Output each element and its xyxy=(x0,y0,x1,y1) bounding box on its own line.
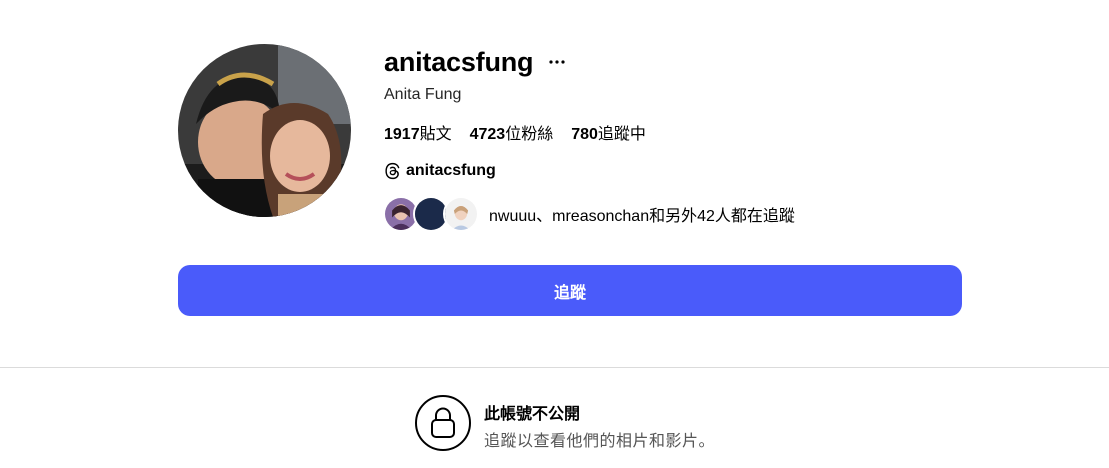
private-account-title: 此帳號不公開 xyxy=(484,406,581,423)
profile-page: anitacsfung Anita Fung 1917貼文 4723位粉絲 78… xyxy=(0,0,1109,468)
more-options-button[interactable] xyxy=(547,52,567,72)
lock-icon xyxy=(431,407,455,438)
followers-value: 4723 xyxy=(469,126,506,143)
follower-avatar-3 xyxy=(443,196,479,232)
follower-avatar-image xyxy=(445,198,477,230)
more-options-icon xyxy=(549,60,565,64)
profile-avatar[interactable] xyxy=(178,44,351,217)
follow-button[interactable]: 追蹤 xyxy=(178,265,962,316)
threads-icon xyxy=(385,162,400,180)
section-divider xyxy=(0,367,1109,368)
threads-handle: anitacsfung xyxy=(406,162,496,179)
followed-by-text: nwuuu、mreasonchan和另外42人都在追蹤 xyxy=(489,208,795,225)
followers-label: 位粉絲 xyxy=(505,126,554,143)
profile-stats: 1917貼文 4723位粉絲 780追蹤中 xyxy=(384,120,646,144)
username-row: anitacsfung xyxy=(384,44,567,80)
following-value: 780 xyxy=(571,126,598,143)
profile-username: anitacsfung xyxy=(384,46,534,77)
posts-value: 1917 xyxy=(384,126,420,143)
followers-count[interactable]: 4723位粉絲 xyxy=(470,120,554,144)
threads-link[interactable]: anitacsfung xyxy=(384,162,496,180)
followed-by[interactable]: nwuuu、mreasonchan和另外42人都在追蹤 xyxy=(383,196,795,232)
profile-full-name: Anita Fung xyxy=(384,86,462,103)
posts-count: 1917貼文 xyxy=(384,120,452,144)
private-lock-badge xyxy=(415,395,471,451)
avatar-photo xyxy=(178,44,351,217)
following-label: 追蹤中 xyxy=(597,126,646,143)
follow-button-label: 追蹤 xyxy=(553,284,586,302)
private-account-subtitle: 追蹤以查看他們的相片和影片。 xyxy=(484,433,716,450)
posts-label: 貼文 xyxy=(419,126,452,143)
following-count[interactable]: 780追蹤中 xyxy=(571,120,646,144)
profile-info: anitacsfung Anita Fung 1917貼文 4723位粉絲 78… xyxy=(383,44,795,232)
